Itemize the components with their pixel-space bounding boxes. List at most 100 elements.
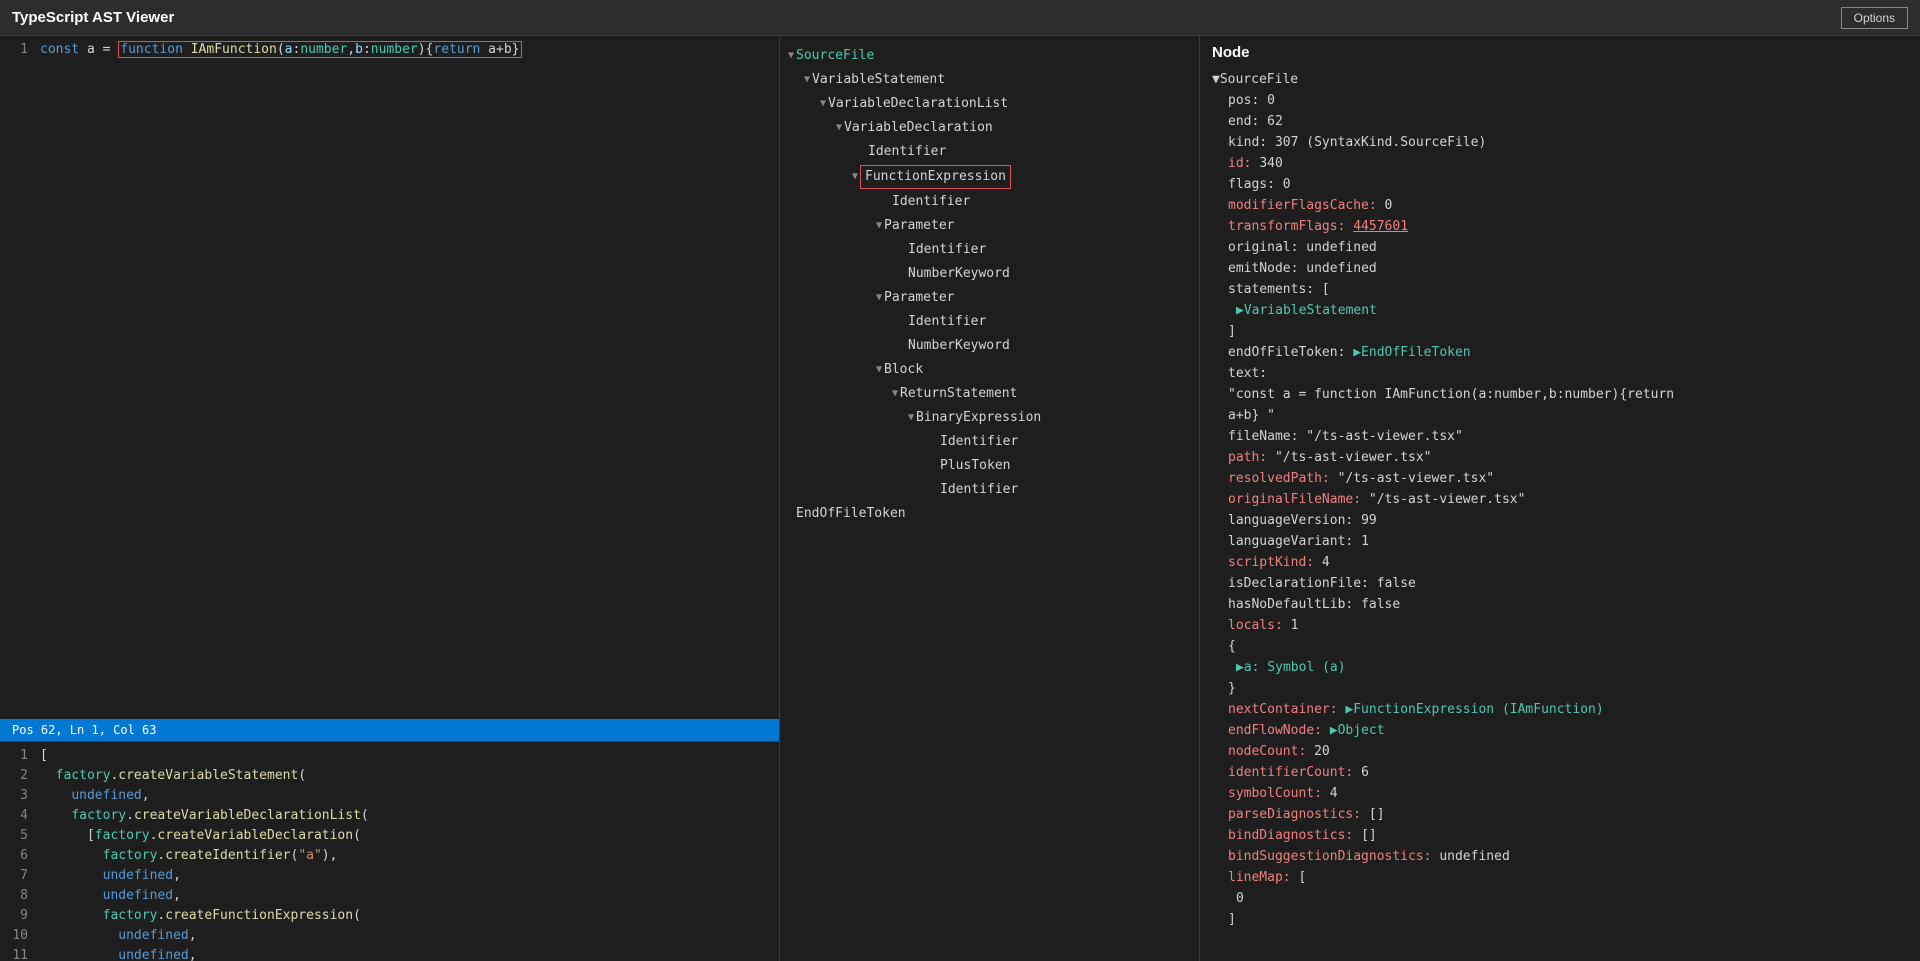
node-prop: identifierCount: 6 [1228,762,1908,783]
tree-arrow [900,335,906,357]
app-title: TypeScript AST Viewer [12,9,174,26]
tree-arrow: ▼ [876,287,882,309]
factory-area[interactable]: 1 [ 2 factory.createVariableStatement( 3… [0,741,779,961]
factory-line: 8 undefined, [0,886,779,906]
tree-node-identifier5[interactable]: Identifier [780,430,1199,454]
line-content: undefined, [40,926,779,946]
tree-node-block[interactable]: ▼ Block [780,358,1199,382]
line-number: 11 [0,946,40,961]
tree-node-variabledeclarationlist[interactable]: ▼ VariableDeclarationList [780,92,1199,116]
tree-label: Identifier [892,191,970,213]
node-prop: resolvedPath: "/ts-ast-viewer.tsx" [1228,468,1908,489]
tree-label: Identifier [868,141,946,163]
code-line: 1 const a = function IAmFunction(a:numbe… [0,40,779,60]
tree-node-functionexpression[interactable]: ▼ FunctionExpression [780,164,1199,190]
line-number: 5 [0,826,40,846]
node-prop: hasNoDefaultLib: false [1228,594,1908,615]
node-prop: end: 62 [1228,111,1908,132]
tree-node-identifier3[interactable]: Identifier [780,238,1199,262]
node-prop: nextContainer: ▶FunctionExpression (IAmF… [1228,699,1908,720]
node-prop: a+b} " [1228,405,1908,426]
node-prop: ] [1228,321,1908,342]
line-number: 1 [0,40,40,60]
tree-arrow [932,479,938,501]
tree-arrow: ▼ [804,69,810,91]
node-prop: path: "/ts-ast-viewer.tsx" [1228,447,1908,468]
node-prop: original: undefined [1228,237,1908,258]
tree-label: VariableStatement [812,69,945,91]
options-button[interactable]: Options [1841,7,1908,29]
line-content: factory.createFunctionExpression( [40,906,779,926]
tree-label: Identifier [940,479,1018,501]
line-content: factory.createVariableStatement( [40,766,779,786]
node-prop: parseDiagnostics: [] [1228,804,1908,825]
factory-line: 6 factory.createIdentifier("a"), [0,846,779,866]
tree-node-sourcefile[interactable]: ▼ SourceFile [780,44,1199,68]
tree-arrow [900,263,906,285]
node-prop: ▼SourceFile [1212,69,1908,90]
editor-panel: 1 const a = function IAmFunction(a:numbe… [0,36,780,961]
line-number: 3 [0,786,40,806]
tree-label: Identifier [940,431,1018,453]
tree-node-binaryexpression[interactable]: ▼ BinaryExpression [780,406,1199,430]
tree-label: EndOfFileToken [796,503,906,525]
tree-node-parameter2[interactable]: ▼ Parameter [780,286,1199,310]
tree-label-selected: FunctionExpression [860,165,1011,189]
tree-node-variabledeclaration[interactable]: ▼ VariableDeclaration [780,116,1199,140]
node-prop: symbolCount: 4 [1228,783,1908,804]
tree-label: VariableDeclarationList [828,93,1008,115]
status-bar: Pos 62, Ln 1, Col 63 [0,719,779,741]
tree-arrow [860,141,866,163]
tree-arrow [788,503,794,525]
line-content: undefined, [40,786,779,806]
tree-node-numberkeyword2[interactable]: NumberKeyword [780,334,1199,358]
line-number: 1 [0,746,40,766]
tree-node-identifier4[interactable]: Identifier [780,310,1199,334]
factory-line: 7 undefined, [0,866,779,886]
tree-arrow: ▼ [788,45,794,67]
tree-arrow: ▼ [908,407,914,429]
node-prop: text: [1228,363,1908,384]
node-prop: languageVersion: 99 [1228,510,1908,531]
node-prop: kind: 307 (SyntaxKind.SourceFile) [1228,132,1908,153]
node-prop: pos: 0 [1228,90,1908,111]
node-prop: flags: 0 [1228,174,1908,195]
factory-line: 2 factory.createVariableStatement( [0,766,779,786]
node-prop: } [1228,678,1908,699]
code-area[interactable]: 1 const a = function IAmFunction(a:numbe… [0,36,779,719]
tree-arrow: ▼ [892,383,898,405]
line-content: [factory.createVariableDeclaration( [40,826,779,846]
tree-label: NumberKeyword [908,335,1010,357]
node-prop: isDeclarationFile: false [1228,573,1908,594]
prop-name: ▼SourceFile [1212,72,1298,87]
tree-node-identifier2[interactable]: Identifier [780,190,1199,214]
line-number: 10 [0,926,40,946]
tree-panel[interactable]: ▼ SourceFile ▼ VariableStatement ▼ Varia… [780,36,1200,961]
node-prop: fileName: "/ts-ast-viewer.tsx" [1228,426,1908,447]
node-prop: modifierFlagsCache: 0 [1228,195,1908,216]
tree-node-parameter1[interactable]: ▼ Parameter [780,214,1199,238]
node-prop: transformFlags: 4457601 [1228,216,1908,237]
line-number: 8 [0,886,40,906]
tree-node-endoffiletoken[interactable]: EndOfFileToken [780,502,1199,526]
tree-label: Parameter [884,287,954,309]
tree-node-returnstatement[interactable]: ▼ ReturnStatement [780,382,1199,406]
tree-node-identifier6[interactable]: Identifier [780,478,1199,502]
node-prop: scriptKind: 4 [1228,552,1908,573]
main-layout: 1 const a = function IAmFunction(a:numbe… [0,36,1920,961]
line-content: [ [40,746,779,766]
tree-label: PlusToken [940,455,1010,477]
tree-node-plustoken[interactable]: PlusToken [780,454,1199,478]
node-prop: bindSuggestionDiagnostics: undefined [1228,846,1908,867]
tree-label: NumberKeyword [908,263,1010,285]
node-prop: endFlowNode: ▶Object [1228,720,1908,741]
tree-arrow [932,455,938,477]
node-prop: ▶a: Symbol (a) [1236,657,1908,678]
node-prop: bindDiagnostics: [] [1228,825,1908,846]
tree-node-numberkeyword1[interactable]: NumberKeyword [780,262,1199,286]
factory-line: 5 [factory.createVariableDeclaration( [0,826,779,846]
tree-node-identifier[interactable]: Identifier [780,140,1199,164]
tree-node-variablestatement[interactable]: ▼ VariableStatement [780,68,1199,92]
tree-label: Parameter [884,215,954,237]
node-prop: languageVariant: 1 [1228,531,1908,552]
